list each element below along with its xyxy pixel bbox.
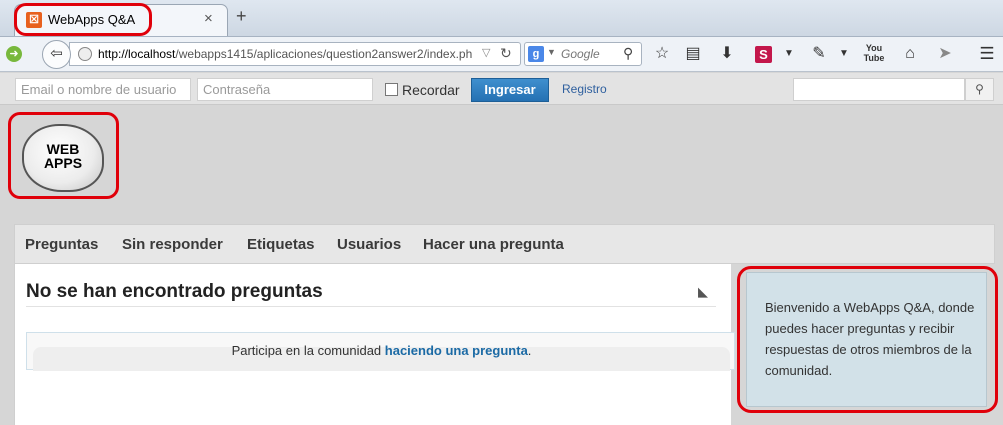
home-icon[interactable]: ⌂ [899, 43, 921, 65]
main-content: No se han encontrado preguntas ◣ Partici… [14, 264, 735, 425]
star-icon[interactable]: ☆ [651, 43, 673, 65]
reload-icon[interactable]: ↻ [500, 45, 512, 62]
rss-icon[interactable]: ◣ [695, 284, 711, 300]
menu-icon[interactable]: ☰ [976, 43, 998, 65]
highlight-tab-annotation [14, 3, 152, 36]
search-icon: ⚲ [975, 82, 984, 96]
remember-label: Recordar [402, 82, 460, 98]
url-host: http://localhost [98, 47, 176, 61]
history-dropdown-icon[interactable]: ▽ [482, 46, 490, 59]
nav-item-sin-responder[interactable]: Sin responder [122, 236, 223, 253]
site-search-button[interactable]: ⚲ [965, 78, 994, 101]
engine-dropdown-icon[interactable]: ▼ [547, 47, 556, 57]
search-icon[interactable]: ⚲ [623, 45, 633, 62]
back-button[interactable]: ⇦ [42, 40, 71, 69]
search-engine-placeholder: Google [561, 47, 600, 61]
close-tab-icon[interactable]: × [204, 10, 213, 27]
empty-notice: Participa en la comunidad haciendo una p… [26, 332, 736, 371]
login-button[interactable]: Ingresar [471, 78, 549, 102]
nav-item-hacer-pregunta[interactable]: Hacer una pregunta [423, 236, 564, 253]
register-link[interactable]: Registro [562, 82, 607, 96]
nav-item-preguntas[interactable]: Preguntas [25, 236, 98, 253]
youtube-icon[interactable]: You Tube [863, 43, 885, 65]
url-text[interactable]: http://localhost/webapps1415/aplicacione… [98, 47, 472, 61]
search-engine-box[interactable]: g ▼ Google ⚲ [524, 42, 642, 66]
nav-item-usuarios[interactable]: Usuarios [337, 236, 401, 253]
browser-toolbar: ➜ http://localhost/webapps1415/aplicacio… [0, 36, 1003, 72]
eyedropper-dropdown-icon[interactable]: ▼ [833, 43, 855, 65]
nav-item-etiquetas[interactable]: Etiquetas [247, 236, 315, 253]
remember-checkbox[interactable] [385, 83, 398, 96]
addon-arrow-icon[interactable]: ➜ [6, 46, 22, 62]
google-icon[interactable]: g [528, 46, 544, 62]
title-divider [26, 306, 716, 307]
url-path: /webapps1415/aplicaciones/question2answe… [175, 47, 473, 61]
username-input[interactable] [15, 78, 191, 101]
notice-prefix: Participa en la comunidad [231, 343, 385, 358]
notice-text: Participa en la comunidad haciendo una p… [27, 343, 736, 358]
login-bar: Recordar Ingresar Registro ⚲ [0, 73, 1003, 105]
clipboard-icon[interactable]: ▤ [682, 43, 704, 65]
password-input[interactable] [197, 78, 373, 101]
s-extension-icon[interactable]: S [755, 46, 772, 63]
page-title: No se han encontrado preguntas [26, 281, 323, 302]
site-search-input[interactable] [793, 78, 965, 101]
main-nav: Preguntas Sin responder Etiquetas Usuari… [14, 224, 995, 264]
ask-question-link[interactable]: haciendo una pregunta [385, 343, 528, 358]
notice-suffix: . [527, 343, 532, 358]
new-tab-button[interactable]: + [236, 6, 247, 27]
send-icon[interactable]: ➤ [934, 43, 956, 65]
eyedropper-icon[interactable]: ✎ [808, 43, 830, 65]
download-icon[interactable]: ⬇ [716, 43, 738, 65]
highlight-logo-annotation [8, 112, 119, 199]
highlight-sidebar-annotation [737, 266, 998, 413]
s-dropdown-icon[interactable]: ▼ [778, 43, 800, 65]
globe-icon [78, 47, 92, 61]
address-bar[interactable]: http://localhost/webapps1415/aplicacione… [69, 42, 521, 66]
